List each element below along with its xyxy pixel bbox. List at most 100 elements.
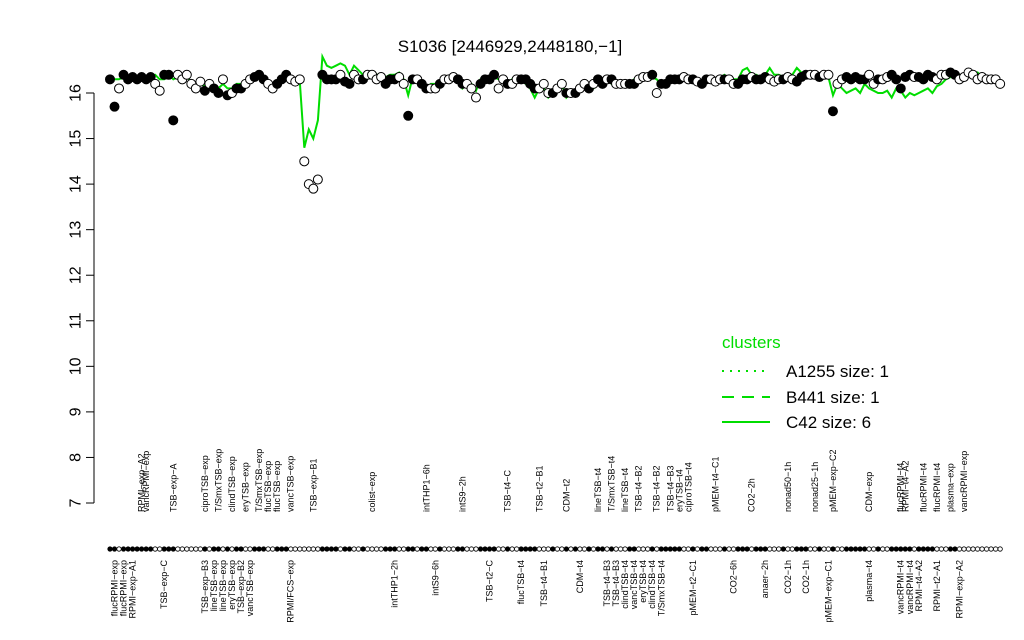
rug-mark <box>373 546 380 552</box>
top-category-label: colist−exp <box>367 472 377 512</box>
rug-mark <box>631 546 637 552</box>
data-point <box>308 183 319 194</box>
data-point <box>823 69 834 80</box>
y-axis: 7 8 9 10 11 12 13 14 15 16 <box>68 84 95 507</box>
rug-mark <box>211 546 217 552</box>
rug-mark <box>464 546 470 552</box>
bottom-category-label: anaer−2h <box>760 560 770 598</box>
top-category-label: RPMI−t4−A2 <box>900 460 910 512</box>
rug-mark <box>342 546 348 552</box>
top-category-label: vancTSB−exp <box>286 456 296 512</box>
top-category-label: CDM−t2 <box>561 479 571 512</box>
rug-mark <box>392 546 398 552</box>
rug-mark <box>450 546 457 552</box>
rug-mark <box>825 546 832 552</box>
rug-mark <box>911 546 917 552</box>
rug-mark <box>663 546 669 552</box>
rug-mark <box>952 546 958 552</box>
rug-mark <box>636 546 642 552</box>
rug-mark <box>613 546 619 552</box>
rug-mark <box>523 546 529 552</box>
bottom-category-label: RPMI−exp−A2 <box>954 560 964 619</box>
rug-mark <box>265 546 271 552</box>
rug-mark <box>627 546 633 552</box>
rug-mark <box>586 546 592 552</box>
top-category-label: TSB−t4−B2 <box>634 465 644 512</box>
rug-mark <box>125 546 131 552</box>
rug-mark <box>170 546 176 552</box>
rug-mark <box>920 546 926 552</box>
chart-title: S1036 [2446929,2448180,−1] <box>398 37 623 56</box>
rug-mark <box>767 546 773 552</box>
rug-mark <box>676 546 682 552</box>
bottom-category-label: flucTSB−t4 <box>516 560 526 604</box>
rug-mark <box>608 546 615 552</box>
rug-mark <box>383 546 389 552</box>
bottom-category-label: TSB−t4−B1 <box>539 560 549 607</box>
rug-mark <box>807 546 813 552</box>
rug-mark <box>839 546 845 552</box>
rug-mark <box>541 546 547 552</box>
rug-mark <box>749 546 755 552</box>
top-category-label: lineTSB−t4 <box>593 468 603 512</box>
y-tick-label: 8 <box>68 453 85 462</box>
rug-mark <box>970 546 976 552</box>
rug-mark <box>509 546 515 552</box>
data-point <box>312 174 323 185</box>
rug-mark <box>116 546 122 552</box>
rug-mark <box>934 546 940 552</box>
rug-mark <box>364 546 371 552</box>
rug-mark <box>224 546 231 552</box>
legend-label-c42: C42 size: 6 <box>786 413 871 432</box>
rug-mark <box>816 546 823 552</box>
data-point <box>294 74 305 85</box>
legend-label-a1255: A1255 size: 1 <box>786 362 889 381</box>
bottom-category-label: intTHP1−2h <box>390 560 400 608</box>
rug-mark <box>694 546 701 552</box>
rug-mark <box>604 546 610 552</box>
rug-mark <box>834 546 841 552</box>
rug-mark <box>929 546 935 552</box>
rug-mark <box>938 546 945 552</box>
rug-mark <box>419 546 425 552</box>
rug-mark <box>301 546 307 552</box>
rug-mark <box>735 546 741 552</box>
bottom-category-label: CO2−1h <box>801 560 811 594</box>
rug-mark <box>889 546 895 552</box>
rug-mark <box>505 546 511 552</box>
data-point <box>471 92 481 103</box>
bottom-category-label: RPMI−t2−A1 <box>932 560 942 612</box>
rug-mark <box>794 546 800 552</box>
rug-mark <box>866 546 872 552</box>
y-tick-label: 9 <box>68 407 85 416</box>
y-tick-label: 12 <box>68 266 85 284</box>
rug-mark <box>843 546 850 552</box>
data-point <box>154 85 165 96</box>
top-category-label: lineTSB−t4 <box>620 468 630 512</box>
rug-mark <box>536 546 542 552</box>
bottom-category-label: plasma−t4 <box>864 560 874 602</box>
top-category-label: nonad50−1h <box>783 462 793 512</box>
rug-mark <box>961 546 967 552</box>
rug-mark <box>288 546 294 552</box>
rug-mark <box>776 546 782 552</box>
y-tick-label: 15 <box>68 130 85 148</box>
rug-mark <box>821 546 827 552</box>
rug-mark <box>274 546 280 552</box>
bottom-category-label: RPMI−exp−A1 <box>128 560 138 619</box>
data-point <box>864 69 875 80</box>
legend: clusters A1255 size: 1 B441 size: 1 C42 … <box>722 333 889 432</box>
rug-mark <box>658 546 664 552</box>
rug-mark <box>518 546 524 552</box>
y-tick-label: 13 <box>68 221 85 239</box>
rug-mark <box>486 546 493 552</box>
rug-mark <box>482 546 488 552</box>
top-category-labels: RPMI−exp−A2vancRPMI−exp TSB−exp−A ciproTSB… <box>137 449 969 512</box>
rug-mark <box>148 546 154 552</box>
data-point <box>217 74 228 85</box>
bottom-category-label: pMEM−t2−C1 <box>688 560 698 616</box>
rug-mark <box>762 546 768 552</box>
rug-mark <box>617 546 624 552</box>
rug-mark <box>410 546 416 552</box>
rug-mark <box>495 546 502 552</box>
